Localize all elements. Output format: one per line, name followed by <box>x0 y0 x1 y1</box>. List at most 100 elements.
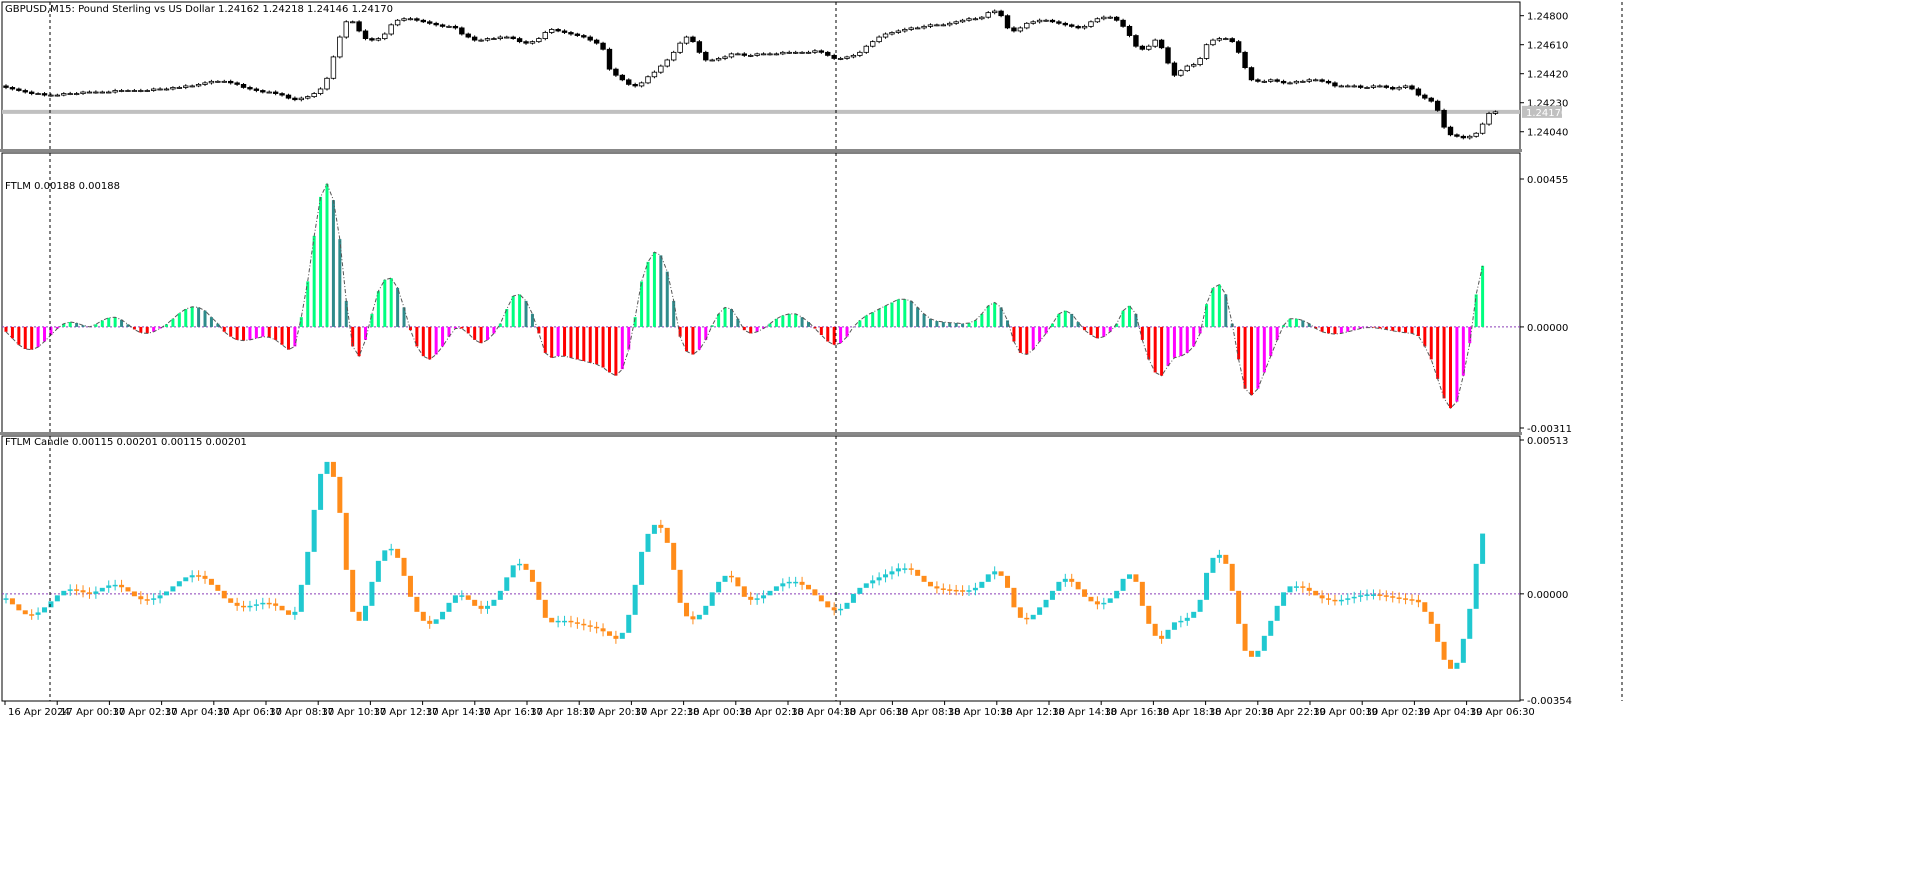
ftlm-candle <box>247 605 253 608</box>
price-candle <box>1210 39 1216 46</box>
price-candle <box>844 56 850 59</box>
price-candle <box>1396 87 1402 90</box>
ftlm-candle <box>1204 572 1210 600</box>
ftlm-candle <box>1133 574 1139 582</box>
price-candle <box>1409 85 1415 90</box>
price-candle <box>144 90 150 92</box>
ftlm-candle <box>1345 598 1351 600</box>
price-candle <box>170 87 176 90</box>
ftlm-candle-pane[interactable]: FTLM Candle 0.00115 0.00201 0.00115 0.00… <box>0 435 1916 881</box>
price-candle <box>1216 38 1223 41</box>
ftlm-candle <box>1460 638 1466 663</box>
price-candle <box>735 53 741 56</box>
price-candle <box>914 27 921 30</box>
ftlm-candle <box>716 581 722 593</box>
price-candle <box>780 51 786 55</box>
price-candle <box>902 29 908 32</box>
ftlm-candle <box>1473 563 1479 609</box>
price-candle <box>1056 21 1062 24</box>
price-candle <box>1178 70 1184 76</box>
ftlm-axis-label: 0.00000 <box>1527 323 1568 334</box>
price-candle <box>934 24 940 27</box>
price-candle <box>895 30 902 33</box>
ftlm-candle <box>985 574 991 582</box>
price-chart-svg[interactable]: GBPUSD,M15: Pound Sterling vs US Dollar … <box>0 0 1916 152</box>
price-candle <box>388 24 394 35</box>
ftlm-candle <box>48 601 54 608</box>
price-candle <box>1146 45 1152 50</box>
ftlm-candle <box>369 581 375 606</box>
ftlm-candle <box>1306 587 1312 591</box>
price-candle <box>600 42 606 50</box>
price-candle <box>1126 25 1133 36</box>
ftlm-candle <box>497 590 503 600</box>
price-candle <box>420 19 426 23</box>
ftlm-candle <box>908 568 914 570</box>
price-candle <box>484 38 491 41</box>
ftlm-candle <box>1056 581 1062 591</box>
price-axis-label: 1.24040 <box>1527 128 1568 139</box>
ftlm-candle <box>947 589 953 591</box>
ftlm-candle <box>555 620 561 623</box>
ftlm-candle <box>1454 662 1460 669</box>
price-candle <box>1197 58 1203 65</box>
ftlm-candle <box>799 581 805 585</box>
price-candle <box>979 16 985 20</box>
ftlm-candle <box>427 620 433 624</box>
ftlm-candle <box>793 581 799 584</box>
price-candle <box>1454 134 1460 137</box>
ftlm-candle <box>786 581 792 584</box>
ftlm-candle-label: FTLM Candle 0.00115 0.00201 0.00115 0.00… <box>5 437 247 448</box>
ftlm-candle <box>517 563 523 566</box>
price-candle <box>940 24 947 27</box>
ftlm-axis-label: -0.00311 <box>1527 424 1572 435</box>
ftlm-candle <box>1171 622 1177 630</box>
price-candle <box>516 38 523 43</box>
price-candle <box>48 94 54 97</box>
ftlm-candle <box>465 595 471 600</box>
ftlm-candle-svg[interactable]: FTLM Candle 0.00115 0.00201 0.00115 0.00… <box>0 435 1916 881</box>
ftlm-candle <box>677 569 683 603</box>
price-candle <box>1300 80 1306 83</box>
price-candle <box>221 80 227 83</box>
price-candle <box>953 21 959 24</box>
price-candle <box>80 91 86 94</box>
ftlm-candle <box>337 476 343 513</box>
ftlm-candle <box>414 596 420 612</box>
price-axis-label: 1.24800 <box>1527 12 1568 23</box>
ftlm-indicator-svg[interactable]: FTLM 0.00188 0.00188 0.00455 0.00000 -0.00… <box>0 152 1916 435</box>
ftlm-candle <box>1428 611 1434 624</box>
ftlm-candle <box>446 602 452 612</box>
ftlm-candle <box>86 592 92 594</box>
price-candle <box>1467 135 1473 139</box>
ftlm-candle <box>491 599 497 606</box>
ftlm-candle <box>112 584 118 587</box>
ftlm-candle <box>1062 578 1068 582</box>
price-candle <box>555 29 561 32</box>
price-candle <box>1242 51 1248 69</box>
price-candle <box>593 39 600 44</box>
ftlm-candle <box>119 584 125 588</box>
price-candle <box>1101 16 1107 20</box>
ftlm-candle <box>1223 554 1229 564</box>
ftlm-candle <box>125 587 131 592</box>
ftlm-candle <box>606 631 612 636</box>
ftlm-candle <box>1415 599 1421 603</box>
price-candle <box>1171 62 1178 76</box>
price-candle <box>67 93 73 95</box>
price-chart-pane[interactable]: GBPUSD,M15: Pound Sterling vs US Dollar … <box>0 0 1916 152</box>
price-candle <box>1473 132 1479 137</box>
price-candle <box>683 36 690 44</box>
price-candle <box>638 82 645 87</box>
ftlm-candle <box>292 611 298 615</box>
price-candle <box>985 12 991 18</box>
price-candle <box>1049 19 1056 23</box>
ftlm-candle <box>1480 533 1486 564</box>
ftlm-candle <box>562 620 568 623</box>
chart-window[interactable]: GBPUSD,M15: Pound Sterling vs US Dollar … <box>0 0 1916 881</box>
price-candle <box>112 90 118 93</box>
ftlm-candle <box>587 625 593 627</box>
price-candle <box>587 36 593 41</box>
price-candle <box>715 58 722 61</box>
ftlm-indicator-pane[interactable]: FTLM 0.00188 0.00188 0.00455 0.00000 -0.00… <box>0 152 1916 435</box>
